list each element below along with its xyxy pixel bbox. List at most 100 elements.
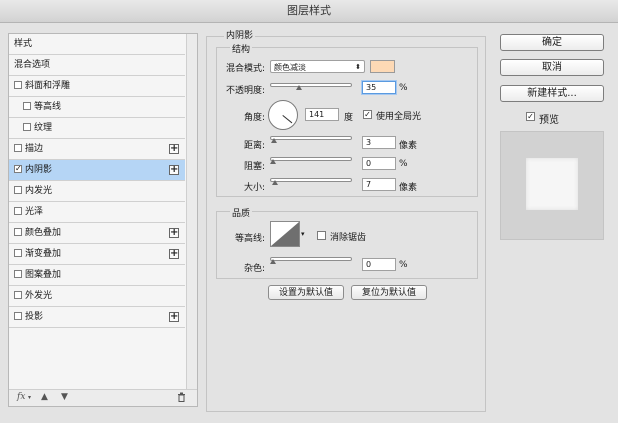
choke-input[interactable]: 0 xyxy=(362,157,396,170)
style-list-item[interactable]: 渐变叠加 + xyxy=(9,244,185,265)
quality-title: 品质 xyxy=(230,206,253,219)
style-checkbox[interactable] xyxy=(14,185,22,194)
window-title: 图层样式 xyxy=(0,0,618,23)
style-list-item[interactable]: 外发光 xyxy=(9,286,185,307)
choke-slider-thumb[interactable] xyxy=(270,159,276,164)
style-name: 斜面和浮雕 xyxy=(25,81,71,91)
styles-list-panel: 样式混合选项斜面和浮雕等高线纹理描边 + ✓ 内阴影 + 内发光光泽颜色叠加 + 渐变叠加 + 图… xyxy=(8,33,198,407)
noise-slider-thumb[interactable] xyxy=(270,259,276,264)
style-checkbox[interactable] xyxy=(14,80,22,89)
trash-icon[interactable] xyxy=(177,392,186,405)
choke-label: 阻塞: xyxy=(243,162,265,172)
style-preview-thumbnail xyxy=(526,158,578,210)
dialog-content: 样式 混合选项 斜面和浮雕 等高线 纹理 描边 + ✓ 内阴影 + 内发光 光泽 颜色叠加 + 渐变叠加 + 图… xyxy=(0,23,618,423)
style-name: 内阴影 xyxy=(25,165,53,175)
add-effect-plus-icon[interactable]: + xyxy=(169,144,179,154)
preview-checkbox[interactable]: ✓ xyxy=(526,112,535,121)
angle-label: 角度: xyxy=(243,113,265,123)
add-effect-plus-icon[interactable]: + xyxy=(169,165,179,175)
style-list-item-label: 外发光 xyxy=(14,286,52,307)
style-name: 渐变叠加 xyxy=(25,249,62,259)
global-light-label: 使用全局光 xyxy=(376,112,422,122)
style-list-item[interactable]: 内发光 xyxy=(9,181,185,202)
style-list-item[interactable]: 颜色叠加 + xyxy=(9,223,185,244)
opacity-slider-thumb[interactable] xyxy=(295,85,302,90)
style-name: 光泽 xyxy=(25,207,44,217)
arrow-down-icon[interactable]: ▼ xyxy=(61,392,68,402)
style-checkbox[interactable]: ✓ xyxy=(14,164,22,173)
add-effect-plus-icon[interactable]: + xyxy=(169,312,179,322)
noise-slider-track[interactable] xyxy=(270,257,352,261)
style-list-item[interactable]: 斜面和浮雕 xyxy=(9,76,185,97)
style-list-item[interactable]: 混合选项 xyxy=(9,55,185,76)
style-list-item[interactable]: 等高线 xyxy=(9,97,185,118)
style-list-item[interactable]: 投影 + xyxy=(9,307,185,328)
layer-style-dialog: 图层样式 样式 混合选项 斜面和浮雕 等高线 纹理 描边 + ✓ 内阴影 + 内发光 光泽 颜色叠加 + 渐… xyxy=(0,0,618,423)
style-name: 外发光 xyxy=(25,291,53,301)
style-checkbox[interactable] xyxy=(14,143,22,152)
style-list-item[interactable]: 图案叠加 xyxy=(9,265,185,286)
style-name: 投影 xyxy=(25,312,44,322)
angle-unit: 度 xyxy=(344,113,354,123)
style-name: 混合选项 xyxy=(14,60,51,70)
opacity-input[interactable]: 35 xyxy=(362,81,396,94)
style-list-item-label: 光泽 xyxy=(14,202,43,223)
angle-dial[interactable] xyxy=(268,100,298,130)
cancel-button[interactable]: 取消 xyxy=(500,59,604,76)
angle-input[interactable]: 141 xyxy=(305,108,339,121)
ok-button[interactable]: 确定 xyxy=(500,34,604,51)
style-name: 等高线 xyxy=(34,102,62,112)
style-checkbox[interactable] xyxy=(14,311,22,320)
blend-mode-select[interactable]: 颜色减淡 ⬍ xyxy=(270,60,365,73)
style-list-item-label: 图案叠加 xyxy=(14,265,61,286)
add-effect-plus-icon[interactable]: + xyxy=(169,249,179,259)
style-list-item[interactable]: ✓ 内阴影 + xyxy=(9,160,185,181)
style-checkbox[interactable] xyxy=(14,269,22,278)
style-list-item-label: 颜色叠加 xyxy=(14,223,61,244)
style-list-item[interactable]: 光泽 xyxy=(9,202,185,223)
contour-picker[interactable] xyxy=(270,221,300,247)
style-checkbox[interactable] xyxy=(23,122,31,131)
style-list-item[interactable]: 描边 + xyxy=(9,139,185,160)
style-list-item[interactable]: 纹理 xyxy=(9,118,185,139)
distance-unit: 像素 xyxy=(399,141,418,151)
size-slider-thumb[interactable] xyxy=(272,180,279,185)
style-checkbox[interactable] xyxy=(14,290,22,299)
opacity-unit: % xyxy=(399,83,408,93)
set-as-default-button[interactable]: 设置为默认值 xyxy=(268,285,344,300)
global-light-checkbox[interactable]: ✓ xyxy=(363,110,372,119)
distance-slider-thumb[interactable] xyxy=(271,138,278,143)
noise-unit: % xyxy=(399,260,408,270)
noise-label: 杂色: xyxy=(243,264,265,274)
size-slider-track[interactable] xyxy=(270,178,352,182)
arrow-up-icon[interactable]: ▲ xyxy=(41,392,48,402)
styles-list-scrollbar[interactable] xyxy=(186,34,197,390)
contour-dropdown-chevron-icon[interactable]: ▾ xyxy=(301,230,305,238)
shadow-color-swatch[interactable] xyxy=(370,60,395,73)
style-checkbox[interactable] xyxy=(14,206,22,215)
style-preview-area xyxy=(500,131,604,240)
noise-input[interactable]: 0 xyxy=(362,258,396,271)
opacity-slider-track[interactable] xyxy=(270,83,352,87)
fx-menu-chevron-icon[interactable]: ▾ xyxy=(28,394,31,401)
style-checkbox[interactable] xyxy=(14,248,22,257)
style-list-item-label: 等高线 xyxy=(23,97,61,118)
style-list-item-label: 描边 xyxy=(14,139,43,160)
style-list-item-label: 混合选项 xyxy=(14,55,50,76)
fx-button[interactable]: fx xyxy=(17,392,25,402)
style-list-item-label: 内发光 xyxy=(14,181,52,202)
style-checkbox[interactable] xyxy=(14,227,22,236)
style-name: 纹理 xyxy=(34,123,53,133)
select-arrows-icon: ⬍ xyxy=(355,63,361,71)
choke-unit: % xyxy=(399,159,408,169)
add-effect-plus-icon[interactable]: + xyxy=(169,228,179,238)
reset-to-default-button[interactable]: 复位为默认值 xyxy=(351,285,427,300)
distance-slider-track[interactable] xyxy=(270,136,352,140)
size-input[interactable]: 7 xyxy=(362,178,396,191)
antialias-checkbox[interactable] xyxy=(317,231,326,240)
choke-slider-track[interactable] xyxy=(270,157,352,161)
new-style-button[interactable]: 新建样式... xyxy=(500,85,604,102)
style-checkbox[interactable] xyxy=(23,101,31,110)
style-list-item[interactable]: 样式 xyxy=(9,34,185,55)
distance-input[interactable]: 3 xyxy=(362,136,396,149)
